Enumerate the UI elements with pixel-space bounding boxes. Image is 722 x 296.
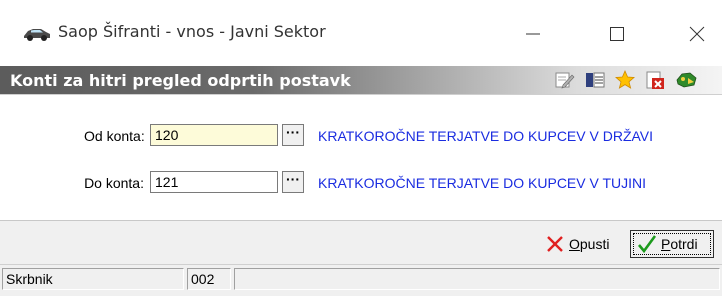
star-icon[interactable] bbox=[614, 70, 636, 90]
list-icon[interactable] bbox=[584, 70, 606, 90]
to-account-row: Do konta: ··· KRATKOROČNE TERJATVE DO KU… bbox=[0, 170, 722, 196]
maximize-button[interactable] bbox=[596, 16, 638, 52]
minimize-button[interactable] bbox=[512, 16, 554, 52]
minimize-icon bbox=[526, 33, 540, 35]
maximize-icon bbox=[610, 27, 624, 41]
to-account-input[interactable] bbox=[150, 171, 278, 193]
to-account-label: Do konta: bbox=[84, 175, 144, 191]
confirm-button[interactable]: Potrdi bbox=[630, 230, 714, 258]
x-icon bbox=[547, 236, 563, 252]
cancel-button[interactable]: Opusti bbox=[545, 230, 609, 258]
delete-icon[interactable] bbox=[644, 70, 666, 90]
confirm-button-label: Potrdi bbox=[661, 236, 698, 252]
from-account-description: KRATKOROČNE TERJATVE DO KUPCEV V DRŽAVI bbox=[318, 128, 654, 144]
section-header: Konti za hitri pregled odprtih postavk bbox=[0, 66, 722, 94]
exit-icon[interactable] bbox=[674, 70, 697, 90]
from-account-row: Od konta: ··· KRATKOROČNE TERJATVE DO KU… bbox=[0, 123, 722, 149]
from-account-input[interactable] bbox=[150, 124, 278, 146]
edit-icon[interactable] bbox=[553, 70, 575, 90]
section-title: Konti za hitri pregled odprtih postavk bbox=[10, 71, 351, 90]
car-icon bbox=[22, 24, 52, 44]
button-panel: Opusti Potrdi bbox=[0, 220, 722, 265]
window-title: Saop Šifranti - vnos - Javni Sektor bbox=[58, 22, 326, 41]
to-account-description: KRATKOROČNE TERJATVE DO KUPCEV V TUJINI bbox=[318, 175, 647, 191]
window-titlebar: Saop Šifranti - vnos - Javni Sektor bbox=[0, 0, 722, 66]
checkmark-icon bbox=[638, 235, 657, 254]
close-button[interactable] bbox=[676, 16, 718, 52]
close-icon bbox=[689, 26, 705, 42]
cancel-button-label: Opusti bbox=[569, 236, 610, 252]
form-area: Od konta: ··· KRATKOROČNE TERJATVE DO KU… bbox=[0, 94, 722, 221]
from-account-label: Od konta: bbox=[84, 128, 145, 144]
status-bar: Skrbnik 002 bbox=[0, 264, 722, 296]
status-code: 002 bbox=[187, 268, 231, 290]
status-user: Skrbnik bbox=[2, 268, 184, 290]
from-account-lookup-button[interactable]: ··· bbox=[282, 124, 304, 146]
to-account-lookup-button[interactable]: ··· bbox=[282, 171, 304, 193]
status-message bbox=[234, 268, 720, 290]
